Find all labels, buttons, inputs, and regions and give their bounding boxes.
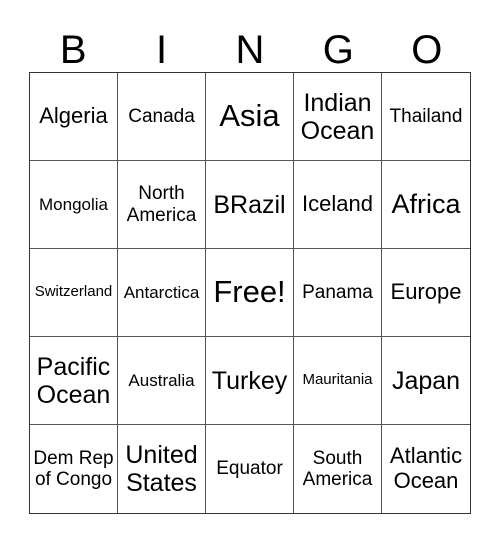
bingo-cell[interactable]: Panama (294, 249, 382, 337)
free-space-cell[interactable]: Free! (206, 249, 294, 337)
bingo-cell[interactable]: Asia (206, 73, 294, 161)
header-letter-o: O (411, 28, 443, 72)
bingo-cell[interactable]: Africa (382, 161, 470, 249)
bingo-cell[interactable]: Atlantic Ocean (382, 425, 470, 513)
bingo-cell[interactable]: Thailand (382, 73, 470, 161)
header-letter-n: N (235, 28, 265, 72)
bingo-cell[interactable]: Canada (118, 73, 206, 161)
bingo-cell[interactable]: Switzerland (30, 249, 118, 337)
bingo-cell[interactable]: Europe (382, 249, 470, 337)
bingo-cell[interactable]: Equator (206, 425, 294, 513)
header-letter-i: I (156, 28, 168, 72)
bingo-cell[interactable]: Mongolia (30, 161, 118, 249)
header-letter-g: G (322, 28, 354, 72)
bingo-cell[interactable]: Algeria (30, 73, 118, 161)
bingo-cell[interactable]: South America (294, 425, 382, 513)
bingo-cell[interactable]: Indian Ocean (294, 73, 382, 161)
bingo-cell[interactable]: Iceland (294, 161, 382, 249)
bingo-cell[interactable]: BRazil (206, 161, 294, 249)
bingo-cell[interactable]: Mauritania (294, 337, 382, 425)
bingo-cell[interactable]: Dem Rep of Congo (30, 425, 118, 513)
bingo-cell[interactable]: North America (118, 161, 206, 249)
bingo-cell[interactable]: Pacific Ocean (30, 337, 118, 425)
bingo-cell[interactable]: Turkey (206, 337, 294, 425)
header-letter-b: B (59, 28, 87, 72)
bingo-cell[interactable]: United States (118, 425, 206, 513)
bingo-header: B I N G O (29, 28, 471, 72)
bingo-grid: Algeria Canada Asia Indian Ocean Thailan… (29, 72, 471, 514)
bingo-cell[interactable]: Japan (382, 337, 470, 425)
bingo-cell[interactable]: Australia (118, 337, 206, 425)
bingo-cell[interactable]: Antarctica (118, 249, 206, 337)
